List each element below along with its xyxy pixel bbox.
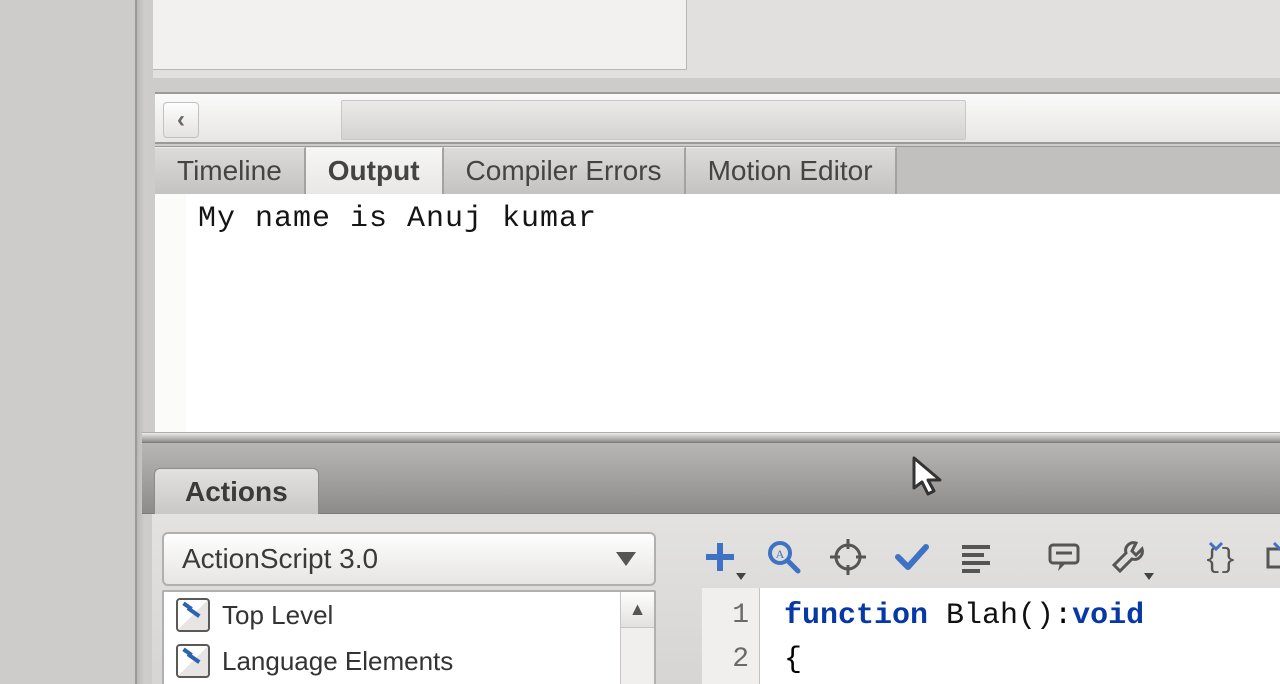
tree-scrollbar[interactable]: ▲ bbox=[620, 592, 654, 684]
app-left-margin bbox=[0, 0, 145, 684]
tree-item[interactable]: Language Elements bbox=[164, 638, 654, 684]
reference-tree[interactable]: Top Level Language Elements ▲ bbox=[162, 590, 656, 684]
target-icon bbox=[828, 537, 868, 577]
code-colon: : bbox=[1054, 599, 1072, 633]
chevron-down-icon bbox=[616, 552, 636, 566]
tree-item[interactable]: Top Level bbox=[164, 592, 654, 638]
check-icon bbox=[892, 537, 932, 577]
tab-compiler-errors[interactable]: Compiler Errors bbox=[444, 147, 686, 194]
find-button[interactable]: A bbox=[764, 536, 804, 578]
debug-options-button[interactable] bbox=[1108, 536, 1148, 578]
panel-divider[interactable] bbox=[142, 432, 1280, 442]
scroll-left-button[interactable]: ‹ bbox=[163, 102, 199, 138]
stage-canvas bbox=[153, 0, 687, 70]
code-toolbar: A bbox=[682, 528, 1280, 586]
book-icon bbox=[176, 644, 210, 678]
select-value: ActionScript 3.0 bbox=[182, 543, 378, 575]
output-panel: My name is Anuj kumar bbox=[186, 194, 1280, 432]
code-type: void bbox=[1072, 599, 1144, 633]
tooltip-icon bbox=[1044, 537, 1084, 577]
timeline-scrollbar[interactable]: ‹ bbox=[155, 92, 1280, 144]
tab-timeline[interactable]: Timeline bbox=[155, 147, 306, 194]
code-content[interactable]: function Blah():void { bbox=[760, 588, 1280, 684]
svg-text:{: { bbox=[1204, 545, 1221, 576]
tab-motion-editor[interactable]: Motion Editor bbox=[686, 147, 897, 194]
code-ident: Blah() bbox=[928, 599, 1054, 633]
svg-text:A: A bbox=[776, 547, 785, 561]
target-path-button[interactable] bbox=[828, 536, 868, 578]
plus-icon bbox=[700, 537, 740, 577]
search-icon: A bbox=[764, 537, 804, 577]
wrench-icon bbox=[1108, 537, 1148, 577]
output-gutter bbox=[155, 194, 186, 432]
code-keyword: function bbox=[784, 599, 928, 633]
dropdown-caret-icon bbox=[736, 573, 746, 580]
auto-format-button[interactable] bbox=[956, 536, 996, 578]
add-script-button[interactable] bbox=[700, 536, 740, 578]
scroll-up-button[interactable]: ▲ bbox=[621, 592, 654, 628]
chevron-left-icon: ‹ bbox=[177, 106, 185, 134]
actions-panel-tab[interactable]: Actions bbox=[154, 468, 319, 514]
tree-item-label: Top Level bbox=[222, 600, 333, 631]
code-brace: { bbox=[784, 643, 802, 677]
actionscript-version-select[interactable]: ActionScript 3.0 bbox=[162, 532, 656, 586]
scroll-thumb[interactable] bbox=[341, 100, 966, 140]
check-syntax-button[interactable] bbox=[892, 536, 932, 578]
format-lines-icon bbox=[956, 537, 996, 577]
line-number: 2 bbox=[702, 638, 749, 682]
collapse-selection-button[interactable] bbox=[1260, 536, 1280, 578]
tab-output[interactable]: Output bbox=[306, 147, 444, 194]
braces-collapse-icon: { } bbox=[1196, 537, 1236, 577]
svg-text:}: } bbox=[1220, 545, 1236, 576]
panel-tab-bar: Timeline Output Compiler Errors Motion E… bbox=[155, 146, 1280, 194]
tree-item-label: Language Elements bbox=[222, 646, 453, 677]
line-number: 1 bbox=[702, 594, 749, 638]
line-gutter: 1 2 bbox=[702, 588, 760, 684]
collapse-rect-icon bbox=[1260, 537, 1280, 577]
dropdown-caret-icon bbox=[1144, 573, 1154, 580]
book-icon bbox=[176, 598, 210, 632]
code-hint-button[interactable] bbox=[1044, 536, 1084, 578]
code-editor[interactable]: 1 2 function Blah():void { bbox=[702, 588, 1280, 684]
collapse-between-braces-button[interactable]: { } bbox=[1196, 536, 1236, 578]
chevron-up-icon: ▲ bbox=[629, 599, 647, 620]
